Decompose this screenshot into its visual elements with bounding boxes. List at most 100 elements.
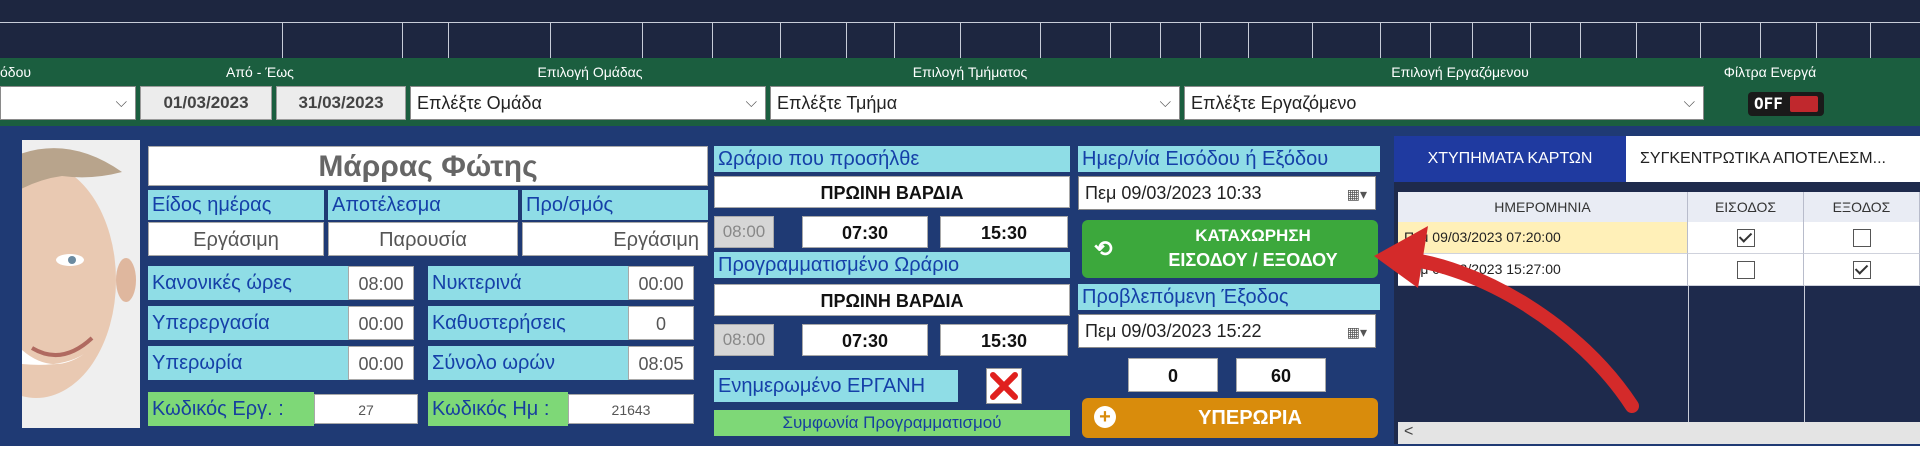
tab-card-punches[interactable]: ΧΤΥΠΗΜΑΤΑ ΚΑΡΤΩΝ <box>1394 136 1626 182</box>
planned-shift: ΠΡΩΙΝΗ ΒΑΡΔΙΑ <box>714 284 1070 316</box>
filters-toggle[interactable]: OFF <box>1748 92 1824 116</box>
plus-icon: + <box>1094 406 1116 428</box>
scheduled-value: Εργάσιμη <box>522 222 708 256</box>
date-from-input[interactable]: 01/03/2023 <box>140 86 272 120</box>
period-select[interactable]: ⌵ <box>0 86 136 120</box>
grid-line <box>1160 22 1161 58</box>
filter-bar: όδου Από - Έως Επιλογή Ομάδας Επιλογή Τμ… <box>0 58 1920 126</box>
chevron-down-icon: ⌵ <box>1683 94 1695 111</box>
tab-summary-results[interactable]: ΣΥΓΚΕΝΤΡΩΤΙΚΑ ΑΠΟΤΕΛΕΣΜ... <box>1626 136 1920 182</box>
erganh-status-icon <box>986 368 1022 404</box>
emp-code-value: 27 <box>314 394 418 424</box>
regular-hours-value: 08:00 <box>348 266 414 300</box>
grid-line <box>1200 22 1201 58</box>
horizontal-scrollbar[interactable]: < <box>1398 422 1920 444</box>
grid-line <box>1430 22 1431 58</box>
entry-datetime-picker[interactable]: Πεμ 09/03/2023 10:33 ▦▾ <box>1078 176 1376 210</box>
column-divider <box>1688 286 1689 422</box>
day-type-label: Είδος ημέρας <box>148 190 324 220</box>
erganh-label: Ενημερωμένο ΕΡΓΑΝΗ <box>714 370 958 402</box>
arrived-start: 07:30 <box>802 216 928 248</box>
group-select[interactable]: Επλέξτε Ομάδα ⌵ <box>410 86 766 120</box>
grid-line <box>1530 22 1531 58</box>
entry-datetime-value: Πεμ 09/03/2023 10:33 <box>1085 183 1262 203</box>
header-exit[interactable]: ΕΞΟΔΟΣ <box>1804 192 1920 222</box>
table-row-entry-cell[interactable] <box>1688 254 1804 286</box>
total-hours-label: Σύνολο ωρών <box>428 346 628 380</box>
grid-line <box>448 22 449 58</box>
field-a[interactable]: 0 <box>1128 358 1218 392</box>
register-entry-exit-button[interactable]: ⟲ ΚΑΤΑΧΩΡΗΣΗ ΕΙΣΟΔΟΥ / ΕΞΟΔΟΥ <box>1082 220 1378 278</box>
grid-line <box>1472 22 1473 58</box>
grid-line <box>1380 22 1381 58</box>
register-button-line1: ΚΑΤΑΧΩΡΗΣΗ <box>1195 226 1311 245</box>
employee-label: Επιλογή Εργαζόμενου <box>1391 64 1529 80</box>
entry-datetime-label: Ημερ/νία Εισόδου ή Εξόδου <box>1078 146 1380 172</box>
date-to-input[interactable]: 31/03/2023 <box>276 86 406 120</box>
night-label: Νυκτερινά <box>428 266 628 300</box>
expected-exit-value: Πεμ 09/03/2023 15:22 <box>1085 321 1262 341</box>
field-b[interactable]: 60 <box>1236 358 1326 392</box>
grid-line <box>712 22 713 58</box>
emp-code-label: Κωδικός Εργ. : <box>148 392 314 426</box>
employee-select[interactable]: Επλέξτε Εργαζόμενο ⌵ <box>1184 86 1704 120</box>
grid-line <box>1870 22 1871 58</box>
table-row-exit-cell[interactable] <box>1804 254 1920 286</box>
chevron-down-icon: ⌵ <box>745 94 757 111</box>
entry-checkbox[interactable] <box>1736 229 1755 248</box>
period-label: όδου <box>0 64 32 80</box>
grid-line <box>894 22 895 58</box>
grid-line <box>1636 22 1637 58</box>
arrived-end: 15:30 <box>940 216 1068 248</box>
history-icon: ⟲ <box>1094 236 1113 261</box>
day-type-value: Εργάσιμη <box>148 222 324 256</box>
overtime-button[interactable]: + ΥΠΕΡΩΡΙΑ <box>1082 398 1378 438</box>
agreement-label: Συμφωνία Προγραμματισμού <box>714 410 1070 436</box>
result-value: Παρουσία <box>328 222 518 256</box>
grid-line <box>1816 22 1817 58</box>
exit-checkbox[interactable] <box>1852 229 1871 248</box>
toggle-knob <box>1790 96 1818 112</box>
planned-start: 07:30 <box>802 324 928 356</box>
day-code-label: Κωδικός Ημ : <box>428 392 568 426</box>
regular-hours-label: Κανονικές ώρες <box>148 266 348 300</box>
group-select-value: Επλέξτε Ομάδα <box>417 93 542 113</box>
department-label: Επιλογή Τμήματος <box>912 64 1028 80</box>
top-grid <box>0 0 1920 58</box>
scheduled-label: Προ/σμός <box>522 190 708 220</box>
overtime-work-value: 00:00 <box>348 306 414 340</box>
grid-line <box>960 22 961 58</box>
employee-name: Μάρρας Φώτης <box>148 146 708 186</box>
register-button-line2: ΕΙΣΟΔΟΥ / ΕΞΟΔΟΥ <box>1168 250 1338 270</box>
expected-exit-picker[interactable]: Πεμ 09/03/2023 15:22 ▦▾ <box>1078 314 1376 348</box>
toggle-state: OFF <box>1754 94 1783 113</box>
arrived-shift: ΠΡΩΙΝΗ ΒΑΡΔΙΑ <box>714 176 1070 208</box>
chevron-down-icon: ⌵ <box>115 94 127 111</box>
header-date[interactable]: ΗΜΕΡΟΜΗΝΙΑ <box>1398 192 1688 222</box>
grid-line <box>402 22 403 58</box>
chevron-down-icon: ⌵ <box>1159 94 1171 111</box>
planned-hours: 08:00 <box>714 324 774 356</box>
department-select[interactable]: Επλέξτε Τμήμα ⌵ <box>770 86 1180 120</box>
grid-line <box>282 22 283 58</box>
employee-select-value: Επλέξτε Εργαζόμενο <box>1191 93 1357 113</box>
table-row-entry-cell[interactable] <box>1688 222 1804 254</box>
expected-exit-label: Προβλεπόμενη Έξοδος <box>1078 284 1380 310</box>
overtime-work-label: Υπερεργασία <box>148 306 348 340</box>
column-divider <box>1804 286 1805 422</box>
entry-checkbox[interactable] <box>1736 261 1755 280</box>
grid-line <box>1248 22 1249 58</box>
calendar-dropdown-icon: ▦▾ <box>1346 324 1367 340</box>
total-hours-value: 08:05 <box>628 346 694 380</box>
grid-line <box>1580 22 1581 58</box>
planned-end: 15:30 <box>940 324 1068 356</box>
delays-label: Καθυστερήσεις <box>428 306 628 340</box>
employee-photo <box>22 140 140 428</box>
grid-line <box>642 22 643 58</box>
table-row-exit-cell[interactable] <box>1804 222 1920 254</box>
header-entry[interactable]: ΕΙΣΟΔΟΣ <box>1688 192 1804 222</box>
arrived-hours: 08:00 <box>714 216 774 248</box>
exit-checkbox[interactable] <box>1852 261 1871 280</box>
scroll-left-arrow[interactable]: < <box>1404 423 1413 441</box>
night-value: 00:00 <box>628 266 694 300</box>
